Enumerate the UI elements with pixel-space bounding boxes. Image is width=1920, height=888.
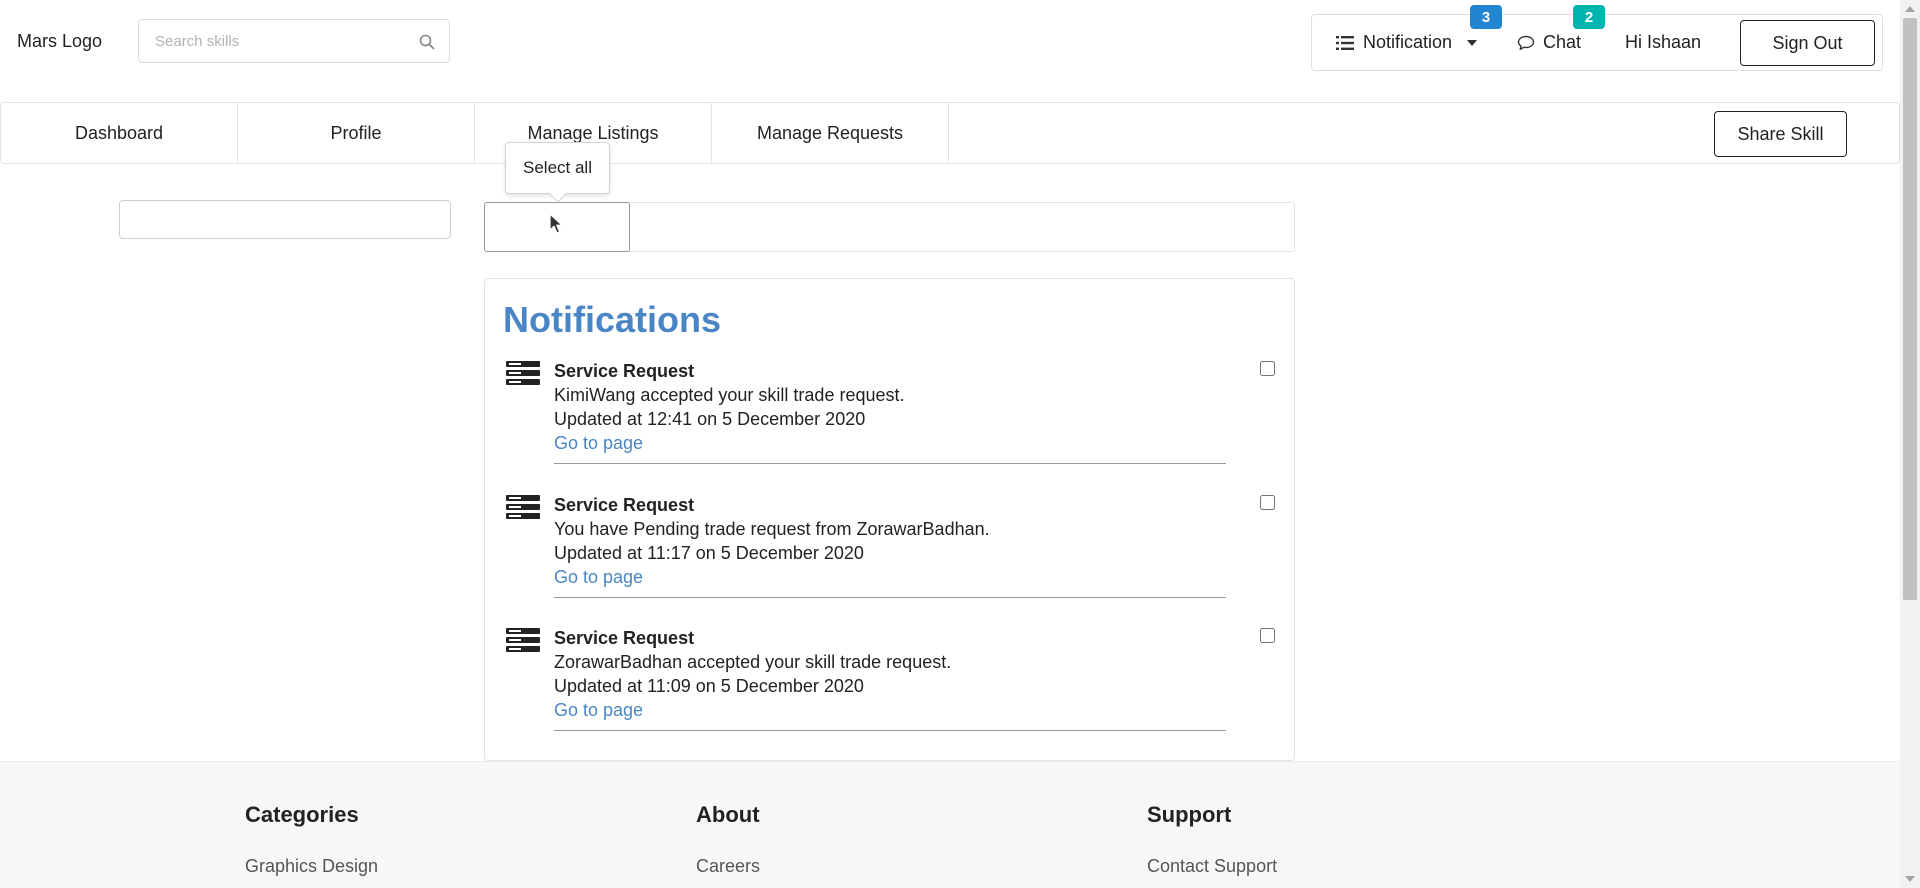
go-to-page-link[interactable]: Go to page — [554, 700, 643, 721]
footer-heading: Categories — [245, 802, 359, 827]
filter-box[interactable] — [119, 200, 451, 239]
footer-link[interactable]: Careers — [696, 856, 760, 877]
caret-down-icon — [1467, 39, 1478, 46]
tooltip-text: Select all — [523, 158, 592, 177]
search-box[interactable] — [138, 19, 450, 63]
server-icon — [506, 361, 540, 385]
notification-message: KimiWang accepted your skill trade reque… — [554, 385, 905, 405]
top-bar: Mars Logo Notification 3 Chat 2 — [0, 0, 1900, 102]
notification-dropdown[interactable]: Notification — [1336, 15, 1478, 70]
footer-link[interactable]: Contact Support — [1147, 856, 1277, 877]
notification-checkbox[interactable] — [1260, 361, 1275, 376]
chat-label: Chat — [1543, 32, 1582, 52]
scroll-up-arrow-icon[interactable] — [1905, 6, 1915, 12]
footer-link[interactable]: Graphics Design — [245, 856, 378, 877]
notification-checkbox[interactable] — [1260, 628, 1275, 643]
notification-label: Notification — [1363, 32, 1453, 52]
scroll-thumb[interactable] — [1903, 18, 1917, 600]
page-scrollbar[interactable] — [1900, 0, 1920, 888]
footer: Categories Graphics Design About Careers… — [0, 761, 1900, 888]
footer-heading: About — [696, 802, 760, 827]
notification-title: Service Request — [554, 361, 695, 381]
search-input[interactable] — [139, 20, 449, 62]
chat-link[interactable]: Chat — [1517, 15, 1581, 70]
main-nav: Dashboard Profile Manage Listings Manage… — [0, 102, 1900, 164]
user-menu: Notification 3 Chat 2 Hi Ishaan Sign Out — [1311, 5, 1883, 71]
footer-heading: Support — [1147, 802, 1232, 827]
tab-profile[interactable]: Profile — [238, 103, 475, 163]
sign-out-button[interactable]: Sign Out — [1740, 20, 1875, 66]
notification-count-badge: 3 — [1470, 5, 1502, 29]
scroll-down-arrow-icon[interactable] — [1905, 876, 1915, 882]
user-greeting[interactable]: Hi Ishaan — [1625, 15, 1701, 70]
select-all-tooltip: Select all — [505, 142, 610, 203]
notification-message: ZorawarBadhan accepted your skill trade … — [554, 652, 952, 672]
logo[interactable]: Mars Logo — [17, 31, 102, 52]
server-icon — [506, 495, 540, 519]
share-skill-button[interactable]: Share Skill — [1714, 111, 1847, 157]
chat-bubble-icon — [1517, 35, 1535, 50]
mouse-cursor-icon — [549, 213, 563, 234]
notifications-panel: Notifications Service Request KimiWang a… — [484, 278, 1295, 761]
notification-item: Service Request KimiWang accepted your s… — [485, 279, 1294, 464]
notification-time: Updated at 11:09 on 5 December 2020 — [554, 676, 864, 696]
tooltip-arrow — [549, 185, 567, 203]
tab-manage-requests[interactable]: Manage Requests — [712, 103, 949, 163]
notification-item: Service Request You have Pending trade r… — [485, 413, 1294, 598]
notification-title: Service Request — [554, 495, 695, 515]
chat-count-badge: 2 — [1573, 5, 1605, 29]
notification-item: Service Request ZorawarBadhan accepted y… — [485, 546, 1294, 731]
notification-title: Service Request — [554, 628, 695, 648]
tab-dashboard[interactable]: Dashboard — [1, 103, 238, 163]
notification-checkbox[interactable] — [1260, 495, 1275, 510]
search-icon[interactable] — [419, 34, 435, 50]
divider — [554, 730, 1226, 731]
server-icon — [506, 628, 540, 652]
notification-message: You have Pending trade request from Zora… — [554, 519, 990, 539]
list-icon — [1336, 35, 1354, 50]
